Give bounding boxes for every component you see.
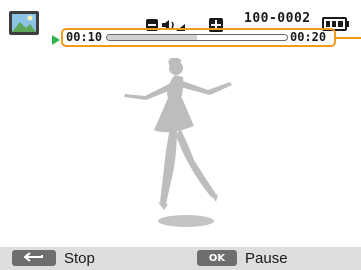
pause-label: Pause	[245, 250, 288, 267]
stop-label: Stop	[64, 250, 95, 267]
play-icon	[52, 35, 60, 45]
progress-fill	[107, 35, 197, 40]
back-arrow-icon	[24, 252, 43, 262]
ok-button[interactable]: OK	[197, 250, 237, 266]
video-thumbnail-icon	[8, 7, 40, 39]
video-frame-figure	[118, 57, 248, 233]
progress-bar[interactable]	[106, 34, 288, 41]
playback-screen: 100-0002 00:10 00:20 Stop OK Pause	[0, 0, 361, 270]
bottom-control-bar: Stop OK Pause	[0, 247, 361, 270]
callout-line	[336, 37, 361, 39]
total-time: 00:20	[290, 30, 327, 44]
file-number: 100-0002	[244, 11, 311, 26]
elapsed-time: 00:10	[66, 30, 103, 44]
back-button[interactable]	[12, 250, 56, 266]
